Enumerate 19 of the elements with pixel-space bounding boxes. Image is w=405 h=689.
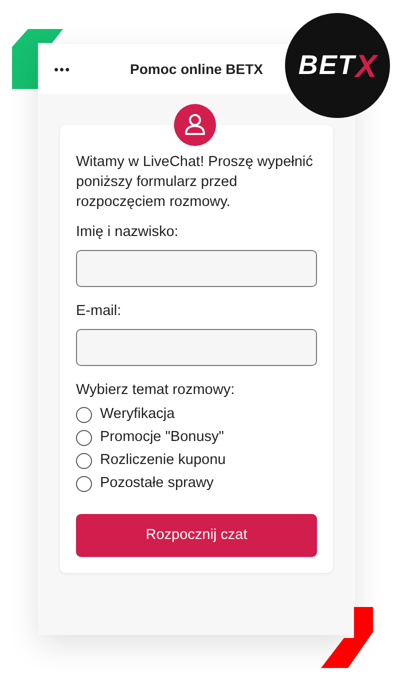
radio-label[interactable]: Pozostałe sprawy xyxy=(100,472,214,495)
corner-decoration xyxy=(321,607,373,668)
radio-label[interactable]: Promocje "Bonusy" xyxy=(100,426,224,449)
field-label: E-mail: xyxy=(76,302,122,321)
field-label: Imię i nazwisko: xyxy=(76,223,180,242)
intro-text: Witamy w LiveChat! Proszę wypełnić poniższy formularz przed rozpoczęciem rozmowy. xyxy=(76,153,314,212)
radio-label[interactable]: Rozliczenie kuponu xyxy=(100,450,226,472)
radio-button[interactable] xyxy=(76,452,92,469)
menu-icon[interactable]: ••• xyxy=(54,62,114,76)
input-field[interactable] xyxy=(76,250,317,287)
radio-button[interactable] xyxy=(76,430,92,446)
chat-title: Pomoc online BETX xyxy=(130,60,264,78)
topic-label: Wybierz temat rozmowy: xyxy=(76,380,236,400)
start-chat-button[interactable]: Rozpocznij czat xyxy=(76,514,317,558)
radio-label[interactable]: Weryfikacja xyxy=(100,404,175,426)
logo: BETX xyxy=(285,13,390,118)
radio-button[interactable] xyxy=(76,476,92,492)
input-field[interactable] xyxy=(76,328,317,366)
radio-button[interactable] xyxy=(76,406,92,423)
